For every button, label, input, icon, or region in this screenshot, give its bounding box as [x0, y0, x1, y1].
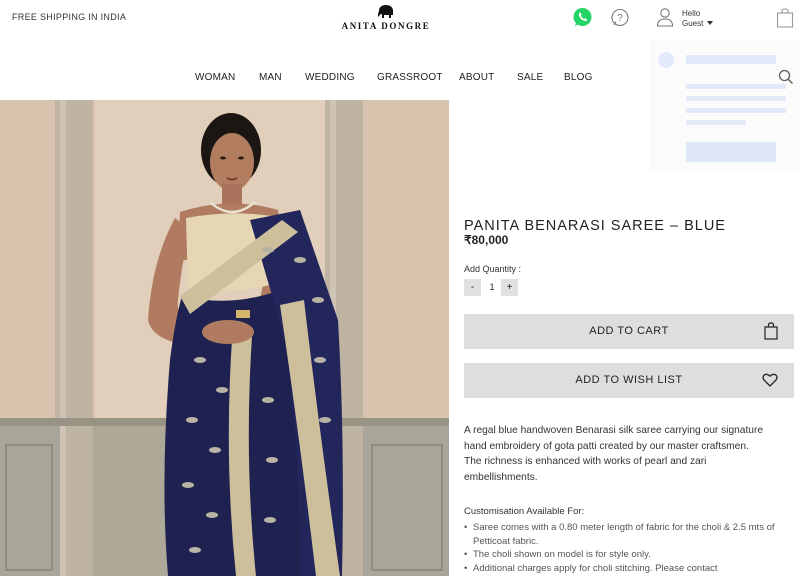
brand-logo[interactable]: ANITA DONGRE: [336, 4, 436, 31]
customisation-heading: Customisation Available For:: [464, 506, 585, 517]
greeting-hello: Hello: [682, 9, 701, 18]
list-item: Additional charges apply for choli stitc…: [464, 562, 784, 576]
shopping-bag-icon[interactable]: [776, 8, 794, 33]
help-chat-icon[interactable]: ?: [610, 8, 630, 33]
quantity-label: Add Quantity :: [464, 264, 522, 274]
product-description: A regal blue handwoven Benarasi silk sar…: [464, 425, 764, 483]
user-account-icon[interactable]: [656, 7, 674, 32]
elephant-logo-icon: [378, 5, 393, 18]
product-price: ₹80,000: [464, 233, 509, 247]
svg-text:?: ?: [617, 13, 623, 24]
greeting-user: Guest: [682, 19, 704, 28]
add-to-cart-label: ADD TO CART: [589, 325, 669, 337]
nav-item-grassroot[interactable]: GRASSROOT: [377, 72, 443, 83]
nav-item-woman[interactable]: WOMAN: [195, 72, 235, 83]
nav-item-man[interactable]: MAN: [259, 72, 282, 83]
account-greeting[interactable]: Hello Guest: [682, 9, 713, 29]
list-item: Saree comes with a 0.80 meter length of …: [464, 521, 784, 548]
nav-item-about[interactable]: ABOUT: [459, 72, 494, 83]
nav-item-sale[interactable]: SALE: [517, 72, 543, 83]
customisation-list: Saree comes with a 0.80 meter length of …: [464, 521, 784, 575]
faded-notification-popup: [650, 40, 800, 172]
heart-icon: [762, 373, 778, 390]
chevron-down-icon: [706, 21, 713, 26]
add-to-cart-button[interactable]: ADD TO CART: [464, 314, 794, 349]
nav-item-blog[interactable]: BLOG: [564, 72, 593, 83]
brand-name: ANITA DONGRE: [341, 21, 431, 31]
shipping-banner: FREE SHIPPING IN INDIA: [12, 12, 127, 22]
quantity-increase-button[interactable]: +: [501, 279, 518, 296]
quantity-value[interactable]: 1: [484, 279, 500, 296]
product-title: PANITA BENARASI SAREE – BLUE: [464, 217, 726, 234]
shopping-bag-icon: [764, 322, 778, 343]
nav-item-wedding[interactable]: WEDDING: [305, 72, 355, 83]
add-to-wishlist-label: ADD TO WISH LIST: [575, 374, 683, 386]
quantity-decrease-button[interactable]: -: [464, 279, 481, 296]
product-image[interactable]: [0, 100, 449, 576]
whatsapp-icon[interactable]: [572, 7, 593, 33]
saree-model-photo: [0, 100, 449, 576]
list-item: The choli shown on model is for style on…: [464, 548, 784, 562]
add-to-wishlist-button[interactable]: ADD TO WISH LIST: [464, 363, 794, 398]
